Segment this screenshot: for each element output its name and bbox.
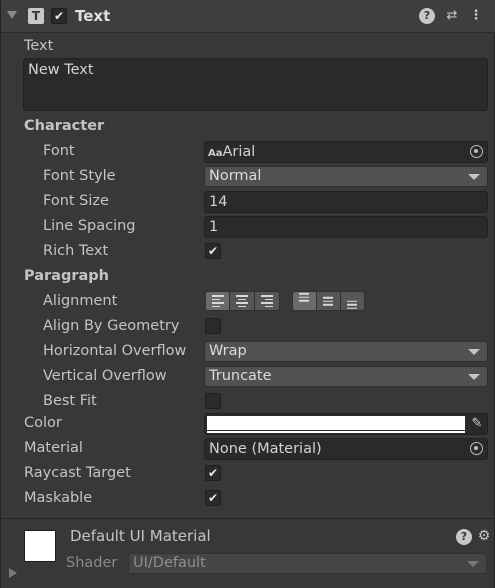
font-size-field[interactable]: 14 [204,191,488,213]
align-right-icon [261,293,273,309]
vertical-overflow-value: Truncate [209,368,272,384]
preset-icon[interactable]: ⇄ [444,8,460,24]
font-asset-icon: Aa [208,148,223,159]
component-enabled-checkbox[interactable]: ✔ [51,8,67,24]
line-spacing-label: Line Spacing [43,218,136,234]
section-divider [1,518,495,519]
help-icon[interactable]: ? [419,8,435,24]
eyedropper-icon[interactable]: ✎ [468,415,486,433]
color-field[interactable]: ✎ [204,413,488,435]
dropdown-arrow-icon [468,349,480,355]
shader-dropdown[interactable]: UI/Default [128,553,487,574]
font-style-label: Font Style [43,168,116,184]
dropdown-arrow-icon [467,561,479,567]
maskable-checkbox[interactable]: ✔ [205,490,221,506]
rich-text-label: Rich Text [43,243,109,259]
vertical-overflow-dropdown[interactable]: Truncate [204,366,488,387]
align-by-geometry-checkbox[interactable] [205,318,221,334]
raycast-target-checkbox[interactable]: ✔ [205,465,221,481]
align-center-icon [236,293,248,309]
horizontal-overflow-value: Wrap [209,343,247,359]
preview-foldout-icon[interactable] [9,568,17,578]
character-heading: Character [24,118,105,134]
line-spacing-field[interactable]: 1 [204,216,488,238]
color-label: Color [24,415,62,431]
font-label: Font [43,143,75,159]
material-preview-swatch[interactable] [24,530,56,562]
shader-value: UI/Default [133,555,206,571]
horizontal-overflow-dropdown[interactable]: Wrap [204,341,488,362]
align-middle-button[interactable] [316,291,341,311]
dropdown-arrow-icon [468,174,480,180]
color-alpha-bar [207,431,465,433]
material-settings-gear-icon[interactable]: ⚙ [476,528,492,544]
dropdown-arrow-icon [468,374,480,380]
align-middle-icon [322,295,335,308]
component-title: Text [75,7,111,25]
raycast-target-label: Raycast Target [24,465,131,481]
object-picker-icon[interactable] [470,442,483,455]
alignment-label: Alignment [43,293,118,309]
align-center-button[interactable] [229,291,255,311]
material-help-icon[interactable]: ? [456,529,472,545]
material-name: Default UI Material [70,527,211,545]
font-value: Arial [222,144,256,160]
font-style-value: Normal [209,168,262,184]
text-component-inspector: T ✔ Text ? ⇄ ⋮ Text New Text Character F… [0,0,495,588]
align-left-button[interactable] [205,291,230,311]
maskable-label: Maskable [24,490,93,506]
shader-label: Shader [66,555,118,571]
align-bottom-icon [346,298,359,311]
best-fit-label: Best Fit [43,393,97,409]
align-top-button[interactable] [292,291,317,311]
object-picker-icon[interactable] [470,145,483,158]
material-field[interactable]: None (Material) [204,438,488,460]
text-component-icon: T [28,8,44,24]
font-size-label: Font Size [43,193,109,209]
font-field[interactable]: AaArial [204,141,488,163]
rich-text-checkbox[interactable]: ✔ [205,243,221,259]
align-left-icon [211,293,224,309]
horizontal-overflow-label: Horizontal Overflow [43,343,187,359]
more-icon[interactable]: ⋮ [468,8,484,24]
material-value: None (Material) [209,441,322,457]
best-fit-checkbox[interactable] [205,393,221,409]
text-area[interactable]: New Text [23,58,488,111]
align-right-button[interactable] [254,291,280,311]
material-label: Material [24,440,83,456]
color-swatch[interactable] [207,416,465,430]
paragraph-heading: Paragraph [24,268,109,284]
text-label: Text [24,38,54,54]
foldout-arrow-icon[interactable] [7,11,17,19]
align-bottom-button[interactable] [340,291,365,311]
vertical-overflow-label: Vertical Overflow [43,368,167,384]
align-by-geometry-label: Align By Geometry [43,318,180,334]
align-top-icon [298,291,311,304]
horizontal-alignment-group [205,291,280,311]
vertical-alignment-group [292,291,365,311]
font-style-dropdown[interactable]: Normal [204,166,488,187]
